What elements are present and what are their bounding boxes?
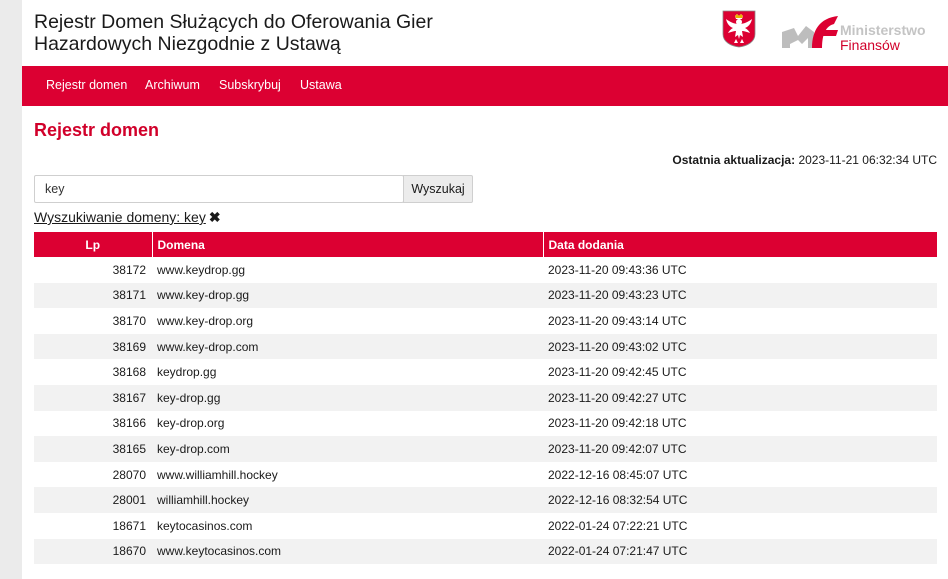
polish-emblem-icon <box>722 10 756 48</box>
column-header-lp: Lp <box>34 232 153 257</box>
cell-domain: key-drop.org <box>157 416 225 431</box>
cell-domain: keydrop.gg <box>157 365 217 380</box>
site-header: Rejestr Domen Służących do Oferowania Gi… <box>22 0 948 66</box>
cell-lp: 38170 <box>112 313 146 328</box>
table-row: 38167 key-drop.gg 2023-11-20 09:42:27 UTC <box>34 384 937 411</box>
logo-line-2: Finansów <box>840 37 900 53</box>
cell-domain: www.key-drop.org <box>157 313 254 328</box>
search-button[interactable]: Wyszukaj <box>403 175 473 203</box>
domain-table: Lp Domena Data dodania 38172 www.keydrop.… <box>34 232 937 565</box>
logo-line-1: Ministerstwo <box>840 22 926 38</box>
column-header-data-dodania: Data dodania <box>543 232 937 257</box>
cell-lp: 38169 <box>34 333 152 360</box>
cell-date: 2023-11-20 09:42:45 UTC <box>548 365 687 380</box>
nav-rejestr-domen[interactable]: Rejestr domen <box>46 78 127 92</box>
cell-domain: key-drop.gg <box>152 384 543 411</box>
cell-date: 2023-11-20 09:42:07 UTC <box>543 436 937 462</box>
column-header-domena: Domena <box>152 232 544 257</box>
cell-lp: 38166 <box>112 416 146 431</box>
cell-lp: 18670 <box>34 538 152 565</box>
ministry-of-finance-logo-text: Ministerstwo Finansów <box>840 23 944 53</box>
clear-filter-icon[interactable]: ✖ <box>209 209 221 225</box>
cell-lp: 38167 <box>34 384 152 411</box>
cell-date: 2023-11-20 09:42:18 UTC <box>548 416 687 431</box>
table-row: 38169 www.key-drop.com 2023-11-20 09:43:02… <box>34 333 937 360</box>
table-row: 38168 keydrop.gg 2023-11-20 09:42:45 UTC <box>34 359 937 385</box>
cell-date: 2022-01-24 07:22:21 UTC <box>548 518 688 533</box>
cell-domain: keytocasinos.com <box>157 518 253 533</box>
table-row: 38172 www.keydrop.gg 2023-11-20 09:43:36 U… <box>34 257 937 283</box>
last-update: Ostatnia aktualizacja: 2023-11-21 06:32:… <box>672 153 937 167</box>
table-row: 28001 williamhill.hockey 2022-12-16 08:32:… <box>34 487 937 513</box>
cell-domain: www.williamhill.hockey <box>157 467 278 482</box>
cell-domain: williamhill.hockey <box>152 487 543 513</box>
nav-ustawa[interactable]: Ustawa <box>300 78 342 92</box>
search-filter: Wyszukiwanie domeny: key ✖ <box>34 209 221 226</box>
cell-lp: 18671 <box>112 518 146 533</box>
table-row: 38166 key-drop.org 2023-11-20 09:42:18 UTC <box>34 411 937 437</box>
table-body: 38172 www.keydrop.gg 2023-11-20 09:43:36 U… <box>34 257 937 565</box>
table-row: 18670 www.keytocasinos.com 2022-01-24 07:2… <box>34 538 937 565</box>
cell-date: 2023-11-20 09:43:36 UTC <box>548 262 687 277</box>
page: Rejestr Domen Służących do Oferowania Gi… <box>22 0 948 579</box>
cell-date: 2023-11-20 09:43:02 UTC <box>543 333 937 360</box>
table-row: 38165 key-drop.com 2023-11-20 09:42:07 UTC <box>34 436 937 462</box>
page-title: Rejestr domen <box>34 120 160 140</box>
cell-domain: key-drop.com <box>152 436 543 462</box>
search-input[interactable] <box>34 175 404 203</box>
search-filter-link[interactable]: Wyszukiwanie domeny: key <box>34 209 206 225</box>
table-row: 38171 www.key-drop.gg 2023-11-20 09:43:23 … <box>34 282 937 309</box>
last-update-label: Ostatnia aktualizacja: <box>672 153 796 167</box>
cell-date: 2023-11-20 09:43:23 UTC <box>543 282 937 309</box>
nav-archiwum[interactable]: Archiwum <box>145 78 200 92</box>
cell-domain: www.key-drop.com <box>152 333 543 360</box>
cell-lp: 28001 <box>34 487 152 513</box>
cell-date: 2023-11-20 09:42:27 UTC <box>543 384 937 411</box>
cell-lp: 28070 <box>112 467 146 482</box>
cell-lp: 38168 <box>112 365 146 380</box>
table-row: 28070 www.williamhill.hockey 2022-12-16 08… <box>34 462 937 488</box>
cell-lp: 38172 <box>112 262 146 277</box>
cell-date: 2022-12-16 08:45:07 UTC <box>548 467 688 482</box>
cell-domain: www.keytocasinos.com <box>152 538 543 565</box>
site-title: Rejestr Domen Służących do Oferowania Gi… <box>34 11 433 55</box>
cell-lp: 38171 <box>34 282 152 309</box>
cell-domain: www.key-drop.gg <box>152 282 543 309</box>
last-update-value: 2023-11-21 06:32:34 UTC <box>798 153 937 167</box>
table-header-row: Lp Domena Data dodania <box>34 232 937 257</box>
table-row: 18671 keytocasinos.com 2022-01-24 07:22:21… <box>34 513 937 539</box>
cell-date: 2022-12-16 08:32:54 UTC <box>543 487 937 513</box>
cell-lp: 38165 <box>34 436 152 462</box>
table-row: 38170 www.key-drop.org 2023-11-20 09:43:14… <box>34 308 937 334</box>
cell-date: 2023-11-20 09:43:14 UTC <box>548 313 687 328</box>
main-nav: Rejestr domen Archiwum Subskrybuj Ustawa <box>22 66 948 106</box>
cell-date: 2022-01-24 07:21:47 UTC <box>543 538 937 565</box>
nav-subskrybuj[interactable]: Subskrybuj <box>219 78 281 92</box>
cell-domain: www.keydrop.gg <box>157 262 246 277</box>
